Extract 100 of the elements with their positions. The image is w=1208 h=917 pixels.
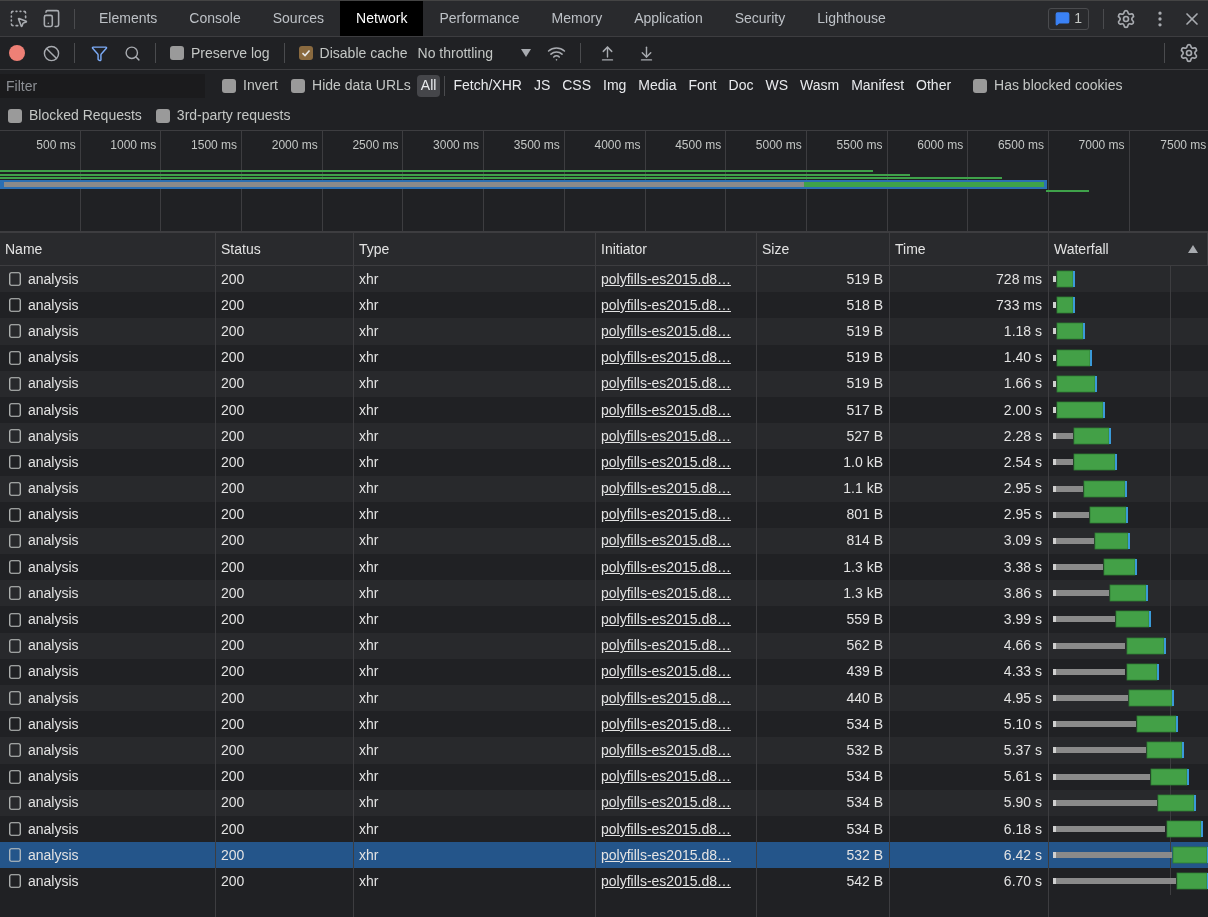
request-row[interactable]: analysis 200 xhr polyfills-es2015.d8… 1.3 kB 3.86 s	[0, 580, 1208, 607]
table-cell-text: 200	[221, 610, 245, 630]
table-cell-text: 1.3 kB	[843, 583, 883, 603]
initiator-link[interactable]: polyfills-es2015.d8…	[601, 609, 731, 631]
download-icon[interactable]	[638, 44, 655, 62]
filter-icon[interactable]	[91, 44, 108, 62]
type-filter[interactable]: Doc	[724, 74, 758, 97]
time-tick-label: 1500 ms	[191, 137, 238, 154]
initiator-link[interactable]: polyfills-es2015.d8…	[601, 294, 731, 316]
initiator-link[interactable]: polyfills-es2015.d8…	[601, 582, 731, 604]
initiator-link[interactable]: polyfills-es2015.d8…	[601, 478, 731, 500]
initiator-link[interactable]: polyfills-es2015.d8…	[601, 766, 731, 788]
column-header[interactable]: Size	[757, 233, 890, 265]
checkbox[interactable]: Hide data URLs	[291, 75, 411, 96]
initiator-link[interactable]: polyfills-es2015.d8…	[601, 687, 731, 709]
initiator-link[interactable]: polyfills-es2015.d8…	[601, 451, 731, 473]
checkbox[interactable]: 3rd-party requests	[155, 105, 291, 126]
initiator-link[interactable]: polyfills-es2015.d8…	[601, 373, 731, 395]
request-row[interactable]: analysis 200 xhr polyfills-es2015.d8… 527 B 2.28 s	[0, 423, 1208, 450]
type-filter[interactable]: All	[416, 74, 441, 97]
initiator-link[interactable]: polyfills-es2015.d8…	[601, 818, 731, 840]
throttling-dropdown[interactable]: No throttling	[417, 42, 531, 64]
panel-tab[interactable]: Elements	[83, 1, 174, 36]
request-row[interactable]: analysis 200 xhr polyfills-es2015.d8… 814 B 3.09 s	[0, 527, 1208, 555]
panel-tab[interactable]: Security	[718, 1, 802, 36]
document-icon	[9, 822, 21, 837]
request-row[interactable]: analysis 200 xhr polyfills-es2015.d8… 562 B 4.66 s	[0, 632, 1208, 659]
column-header[interactable]: Status	[216, 233, 354, 265]
request-row[interactable]: analysis 200 xhr polyfills-es2015.d8… 532 B 6.42 s	[0, 842, 1208, 869]
device-icon[interactable]	[42, 9, 61, 28]
type-filter[interactable]: Font	[684, 74, 721, 97]
table-cell-text: xhr	[359, 793, 379, 813]
search-icon[interactable]	[124, 44, 141, 62]
panel-tab[interactable]: Lighthouse	[801, 1, 902, 36]
type-filter[interactable]: Media	[634, 74, 681, 97]
initiator-link[interactable]: polyfills-es2015.d8…	[601, 739, 731, 761]
record-button[interactable]	[9, 45, 25, 61]
table-cell-text: xhr	[359, 269, 379, 289]
type-filter[interactable]: Img	[599, 74, 631, 97]
request-row[interactable]: analysis 200 xhr polyfills-es2015.d8… 1.1 kB 2.95 s	[0, 475, 1208, 502]
type-filter[interactable]: CSS	[558, 74, 595, 97]
timeline-overview[interactable]: 500 ms 1000 ms 1500 ms 2000 ms 2500 ms 3000 ms 3500 ms 4000 ms 4500 ms 5000 ms 5500 ms 6000 ms 6500 ms 7000 ms 7500 ms	[0, 131, 1208, 233]
request-row[interactable]: analysis 200 xhr polyfills-es2015.d8… 532 B 5.37 s	[0, 737, 1208, 764]
time-tick-label: 2500 ms	[352, 137, 399, 154]
checkbox[interactable]: Invert	[222, 75, 278, 96]
type-filter[interactable]: Manifest	[847, 74, 909, 97]
panel-tab[interactable]: Performance	[423, 1, 536, 36]
initiator-link[interactable]: polyfills-es2015.d8…	[601, 399, 731, 421]
panel-tab[interactable]: Network	[340, 1, 424, 36]
request-row[interactable]: analysis 200 xhr polyfills-es2015.d8… 519 B 1.18 s	[0, 318, 1208, 345]
initiator-link[interactable]: polyfills-es2015.d8…	[601, 530, 731, 552]
table-cell-text: 517 B	[846, 400, 883, 420]
table-cell-text: 542 B	[846, 871, 883, 891]
panel-tab[interactable]: Sources	[256, 1, 341, 36]
column-header[interactable]: Waterfall	[1049, 233, 1208, 265]
checkbox[interactable]: Blocked Requests	[8, 105, 142, 126]
initiator-link[interactable]: polyfills-es2015.d8…	[601, 504, 731, 526]
request-row[interactable]: analysis 200 xhr polyfills-es2015.d8… 440 B 4.95 s	[0, 685, 1208, 712]
clear-icon[interactable]	[43, 44, 60, 62]
checkbox[interactable]: Has blocked cookies	[973, 75, 1123, 96]
type-filter[interactable]: Other	[912, 74, 956, 97]
column-header[interactable]: Name	[0, 233, 216, 265]
upload-icon[interactable]	[599, 44, 616, 62]
initiator-link[interactable]: polyfills-es2015.d8…	[601, 661, 731, 683]
request-row[interactable]: analysis 200 xhr polyfills-es2015.d8… 519 B 728 ms	[0, 266, 1208, 293]
issues-badge[interactable]: 1	[1048, 7, 1089, 30]
panel-tab[interactable]: Memory	[535, 1, 619, 36]
waterfall-bar-drawing	[1053, 374, 1097, 393]
panel-tab[interactable]: Console	[173, 1, 257, 36]
initiator-link[interactable]: polyfills-es2015.d8…	[601, 844, 731, 866]
initiator-link[interactable]: polyfills-es2015.d8…	[601, 268, 731, 290]
initiator-link[interactable]: polyfills-es2015.d8…	[601, 425, 731, 447]
settings-icon[interactable]	[1179, 43, 1199, 63]
time-tick-label: 2000 ms	[271, 137, 318, 154]
type-filter[interactable]: Wasm	[796, 74, 844, 97]
initiator-link[interactable]: polyfills-es2015.d8…	[601, 556, 731, 578]
settings-icon[interactable]	[1116, 8, 1136, 29]
table-cell-text: 532 B	[846, 740, 883, 760]
checkbox[interactable]: Preserve log	[170, 42, 270, 64]
initiator-link[interactable]: polyfills-es2015.d8…	[601, 347, 731, 369]
type-filter[interactable]: Fetch/XHR	[449, 74, 526, 97]
request-row[interactable]: analysis 200 xhr polyfills-es2015.d8… 519 B 1.66 s	[0, 370, 1208, 397]
table-cell-text: 2.54 s	[1003, 452, 1042, 472]
table-cell-text: 519 B	[846, 321, 883, 341]
initiator-link[interactable]: polyfills-es2015.d8…	[601, 870, 731, 892]
initiator-link[interactable]: polyfills-es2015.d8…	[601, 713, 731, 735]
column-header[interactable]: Initiator	[596, 233, 757, 265]
panel-tab[interactable]: Application	[618, 1, 719, 36]
filter-field[interactable]: Filter	[0, 73, 205, 98]
initiator-link[interactable]: polyfills-es2015.d8…	[601, 320, 731, 342]
initiator-link[interactable]: polyfills-es2015.d8…	[601, 635, 731, 657]
initiator-link[interactable]: polyfills-es2015.d8…	[601, 792, 731, 814]
type-filter[interactable]: JS	[529, 74, 555, 97]
inspect-icon[interactable]	[9, 9, 28, 28]
column-header[interactable]: Type	[354, 233, 596, 265]
column-header[interactable]: Time	[890, 233, 1049, 265]
request-row[interactable]: analysis 200 xhr polyfills-es2015.d8… 534 B 5.90 s	[0, 789, 1208, 816]
checkbox[interactable]: Disable cache	[298, 42, 408, 64]
waterfall-bar-drawing	[1053, 270, 1075, 288]
type-filter[interactable]: WS	[761, 74, 792, 97]
